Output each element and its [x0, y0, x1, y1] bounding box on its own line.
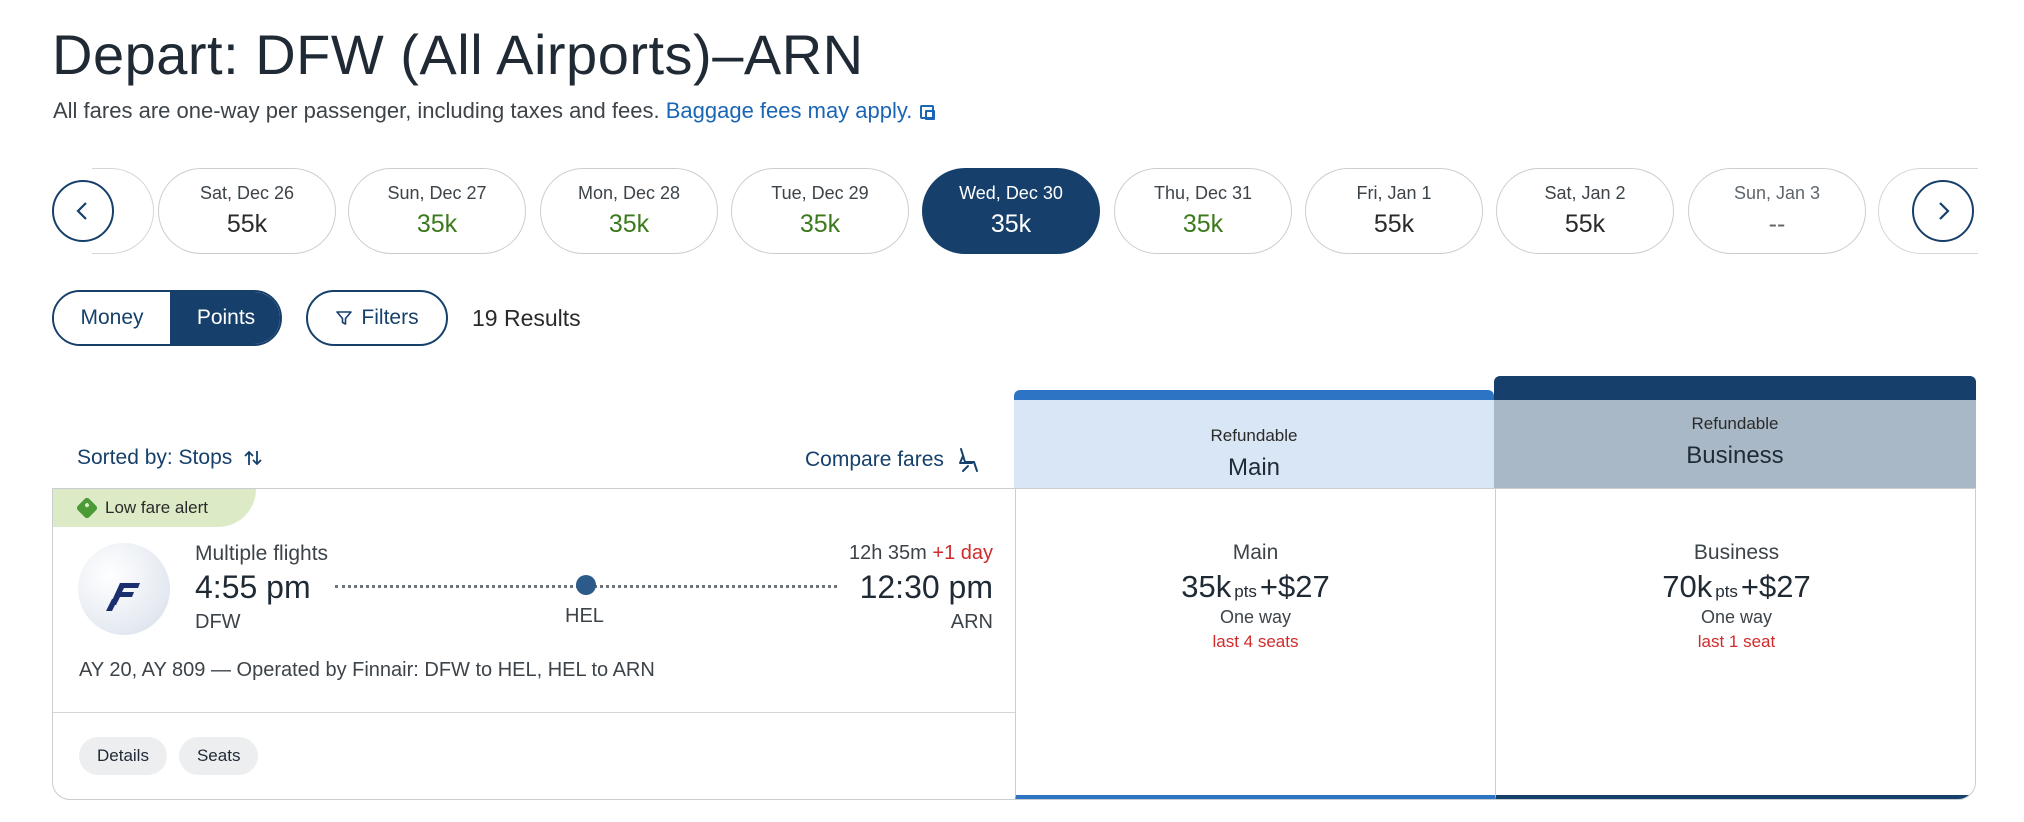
finnair-logo	[78, 543, 170, 635]
duration-value: 12h 35m	[848, 542, 927, 564]
chevron-left-icon	[76, 202, 87, 220]
results-count: 19 Results	[472, 305, 581, 331]
flight-info: Low fare alert Multiple flights 4:55 pm …	[53, 489, 1015, 713]
chevron-right-icon	[1939, 202, 1950, 220]
date-price: --	[1768, 210, 1786, 238]
departure-airport: DFW	[195, 611, 241, 633]
stop-airport: HEL	[565, 605, 604, 627]
page-title: Depart: DFW (All Airports)–ARN	[52, 23, 864, 86]
date-strip: Sat, Dec 26 55k Sun, Dec 27 35k Mon, Dec…	[52, 168, 1978, 256]
seats-remaining: last 1 seat	[1697, 632, 1776, 651]
operated-by-text: AY 20, AY 809 — Operated by Finnair: DFW…	[79, 659, 655, 681]
date-price: 35k	[990, 210, 1032, 238]
fare-kind: Refundable	[1691, 414, 1779, 433]
date-pill-jan-1[interactable]: Fri, Jan 1 55k	[1305, 168, 1483, 254]
fare-option-business[interactable]: Business 70k pts+$27 One way last 1 seat	[1495, 489, 1975, 799]
date-pill-jan-3[interactable]: Sun, Jan 3 --	[1688, 168, 1866, 254]
date-price: 55k	[1373, 210, 1415, 238]
flight-duration: 12h 35m +1 day	[849, 542, 993, 565]
seats-button[interactable]: Seats	[178, 737, 259, 775]
fare-option-main[interactable]: Main 35k pts+$27 One way last 4 seats	[1015, 489, 1495, 799]
points-toggle-button[interactable]: Points	[172, 292, 280, 344]
tag-icon	[75, 496, 99, 520]
fare-kind: Refundable	[1210, 426, 1298, 445]
departure-time: 4:55 pm	[195, 569, 311, 605]
arrival-time: 12:30 pm	[859, 569, 993, 605]
compare-fares-label: Compare fares	[805, 448, 944, 471]
previous-dates-button[interactable]	[52, 180, 114, 242]
date-label: Sun, Dec 27	[387, 183, 487, 203]
sort-label: Sorted by: Stops	[77, 446, 233, 469]
date-pill-dec-28[interactable]: Mon, Dec 28 35k	[540, 168, 718, 254]
fare-price: 35k pts+$27	[1016, 569, 1495, 605]
sort-button[interactable]: Sorted by: Stops	[77, 446, 264, 470]
date-pill-jan-2[interactable]: Sat, Jan 2 55k	[1496, 168, 1674, 254]
date-label: Fri, Jan 1	[1356, 183, 1432, 203]
money-toggle-button[interactable]: Money	[54, 292, 172, 344]
date-price: 35k	[1182, 210, 1224, 238]
fare-column-main-header[interactable]: Refundable Main	[1014, 390, 1494, 488]
fare-cash: +$27	[1259, 569, 1330, 604]
date-label: Tue, Dec 29	[771, 183, 869, 203]
flight-result-card: Low fare alert Multiple flights 4:55 pm …	[52, 488, 1976, 800]
fare-name: Main	[1227, 454, 1281, 481]
date-price: 35k	[608, 210, 650, 238]
date-pill-dec-30-selected[interactable]: Wed, Dec 30 35k	[922, 168, 1100, 254]
details-button[interactable]: Details	[79, 737, 167, 775]
fare-cabin: Business	[1693, 541, 1780, 564]
fare-points: 70k	[1662, 569, 1713, 604]
fare-cash: +$27	[1740, 569, 1811, 604]
filters-button[interactable]: Filters	[306, 290, 448, 346]
fare-column-business-header[interactable]: Refundable Business	[1494, 376, 1976, 488]
fare-points-unit: pts	[1234, 582, 1257, 601]
date-pill-dec-31[interactable]: Thu, Dec 31 35k	[1114, 168, 1292, 254]
baggage-fees-link[interactable]: Baggage fees may apply.	[666, 98, 913, 123]
stop-dot	[576, 575, 596, 595]
date-price: 35k	[799, 210, 841, 238]
fare-price: 70k pts+$27	[1496, 569, 1975, 605]
date-label: Thu, Dec 31	[1153, 183, 1253, 203]
date-label: Wed, Dec 30	[959, 183, 1063, 203]
fare-info-text: All fares are one-way per passenger, inc…	[53, 98, 936, 124]
date-label: Sat, Jan 2	[1544, 183, 1626, 203]
fare-info-label: All fares are one-way per passenger, inc…	[53, 98, 660, 123]
date-label: Sat, Dec 26	[199, 183, 295, 203]
fare-points: 35k	[1181, 569, 1232, 604]
filters-label: Filters	[361, 306, 419, 329]
seats-remaining: last 4 seats	[1212, 632, 1299, 651]
date-label: Sun, Jan 3	[1733, 183, 1821, 203]
date-pill-dec-29[interactable]: Tue, Dec 29 35k	[731, 168, 909, 254]
fare-trip-type: One way	[1219, 607, 1292, 627]
filter-icon	[336, 311, 353, 325]
date-price: 35k	[416, 210, 458, 238]
arrival-airport: ARN	[950, 611, 993, 633]
multiple-flights-label: Multiple flights	[195, 542, 329, 565]
plus-day-indicator: +1 day	[932, 542, 993, 564]
airline-logo-icon	[106, 583, 140, 611]
next-dates-button[interactable]	[1912, 180, 1974, 242]
compare-fares-button[interactable]: Compare fares	[805, 446, 982, 474]
date-label: Mon, Dec 28	[577, 183, 681, 203]
date-price: 55k	[1564, 210, 1606, 238]
fare-cabin: Main	[1232, 541, 1279, 564]
seat-icon	[958, 448, 978, 472]
fare-name: Business	[1686, 442, 1784, 469]
flight-actions: Details Seats	[79, 737, 259, 775]
alert-label: Low fare alert	[105, 498, 208, 517]
date-pill-dec-26[interactable]: Sat, Dec 26 55k	[158, 168, 336, 254]
low-fare-alert-badge: Low fare alert	[53, 489, 256, 527]
fare-points-unit: pts	[1715, 582, 1738, 601]
sort-icon	[244, 450, 262, 466]
fare-trip-type: One way	[1700, 607, 1773, 627]
date-pill-dec-27[interactable]: Sun, Dec 27 35k	[348, 168, 526, 254]
money-points-toggle: Money Points	[52, 290, 282, 346]
external-link-icon[interactable]	[920, 105, 936, 120]
date-price: 55k	[226, 210, 268, 238]
